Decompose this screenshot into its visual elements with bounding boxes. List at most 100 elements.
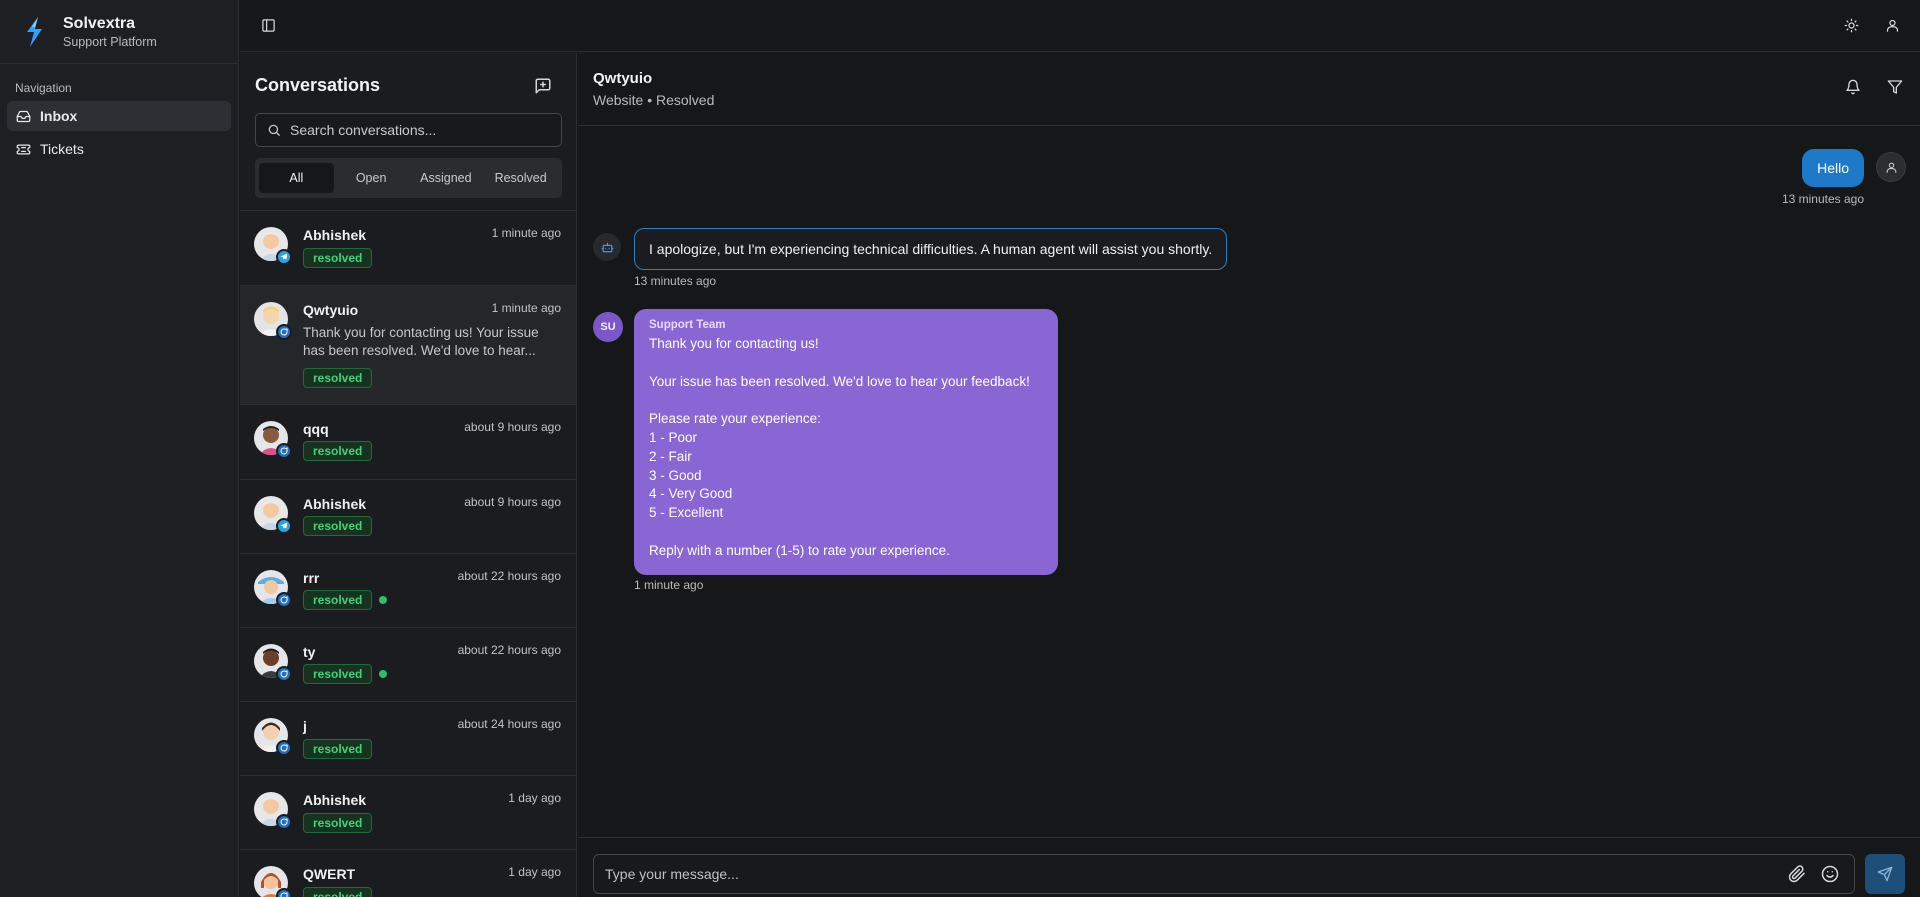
status-badge: resolved [303,248,373,268]
chat-contact-meta: Website • Resolved [593,92,715,108]
conversation-time: about 9 hours ago [464,420,561,434]
message-input[interactable] [605,866,1788,882]
conversation-time: about 9 hours ago [464,495,561,509]
conversation-list: Abhishek 1 minute ago resolved Qwtyuio 1… [240,211,576,897]
filter-icon [1887,80,1903,94]
conversations-header: Conversations All Open Assigned Resolved [240,53,576,211]
chat-channel-icon [276,666,292,682]
conversation-filter-tabs: All Open Assigned Resolved [255,158,562,198]
support-message: Support Team Thank you for contacting us… [634,309,1058,575]
user-menu-button[interactable] [1881,14,1903,36]
tab-all[interactable]: All [259,163,334,193]
conversation-item[interactable]: qqq about 9 hours ago resolved [240,405,576,480]
user-message: Hello [1802,149,1864,187]
message-time: 1 minute ago [634,578,704,592]
status-badge: resolved [303,887,373,897]
paperclip-icon[interactable] [1788,865,1806,883]
new-conversation-icon[interactable] [534,77,552,95]
conversation-name: rrr [303,570,320,586]
avatar [254,644,292,682]
emoji-icon[interactable] [1821,865,1839,883]
conversation-name: Abhishek [303,227,367,243]
brand[interactable]: Solvextra Support Platform [0,0,238,64]
tab-assigned[interactable]: Assigned [409,163,484,193]
conversation-item[interactable]: QWERT 1 day ago resolved [240,850,576,897]
avatar [254,792,292,830]
conversation-time: about 24 hours ago [457,717,561,731]
conversation-name: j [303,718,307,734]
conversation-time: 1 day ago [508,865,561,879]
tab-open[interactable]: Open [334,163,409,193]
search-box [255,113,562,147]
sidebar-item-tickets[interactable]: Tickets [7,134,231,164]
app-sidebar: Solvextra Support Platform Navigation In… [0,0,239,897]
conversation-item[interactable]: j about 24 hours ago resolved [240,702,576,776]
conversation-item[interactable]: Qwtyuio 1 minute ago Thank you for conta… [240,286,576,405]
conversation-item[interactable]: rrr about 22 hours ago resolved [240,554,576,628]
status-badge: resolved [303,368,373,388]
conversations-panel: Conversations All Open Assigned Resolved… [240,53,577,897]
status-badge: resolved [303,590,373,610]
send-button[interactable] [1865,854,1905,894]
bot-icon [601,242,613,252]
conversation-time: 1 day ago [508,791,561,805]
search-icon [268,124,280,136]
chat-channel-icon [276,443,292,459]
conversation-time: 1 minute ago [491,301,561,315]
avatar [254,302,292,340]
chat-header: Qwtyuio Website • Resolved [578,53,1920,126]
solvextra-logo-icon [27,16,42,47]
message-field [593,854,1855,894]
brand-subtitle: Support Platform [63,34,157,49]
user-icon [1886,19,1898,32]
status-badge: resolved [303,516,373,536]
filter-button[interactable] [1887,79,1907,99]
conversation-item[interactable]: Abhishek 1 minute ago resolved [240,211,576,286]
conversation-name: Abhishek [303,496,367,512]
toggle-sidebar-button[interactable] [257,14,279,36]
nav-caption: Navigation [15,81,72,95]
message-body: Thank you for contacting us! Your issue … [649,336,1030,558]
chat-contact-name: Qwtyuio [593,70,653,87]
sidebar-item-label: Tickets [40,141,84,157]
message-sender: Support Team [649,319,726,331]
online-indicator [379,670,387,678]
conversation-time: 1 minute ago [491,226,561,240]
conversation-item[interactable]: Abhishek about 9 hours ago resolved [240,480,576,554]
panel-left-icon [261,18,275,32]
message-time: 13 minutes ago [634,274,717,288]
conversation-name: Qwtyuio [303,302,359,318]
status-badge: resolved [303,739,373,759]
status-badge: resolved [303,441,373,461]
chat-channel-icon [276,814,292,830]
tab-resolved[interactable]: Resolved [483,163,558,193]
conversation-name: ty [303,644,316,660]
telegram-icon [276,249,292,265]
theme-toggle-button[interactable] [1840,14,1862,36]
conversation-name: QWERT [303,866,356,882]
notifications-button[interactable] [1845,79,1865,99]
ticket-icon [16,144,31,154]
conversation-name: qqq [303,421,329,437]
avatar [254,570,292,608]
chat-channel-icon [276,324,292,340]
conversation-preview: Thank you for contacting us! Your issue … [303,325,539,358]
sidebar-item-inbox[interactable]: Inbox [7,101,231,131]
conversation-item[interactable]: Abhishek 1 day ago resolved [240,776,576,850]
brand-name: Solvextra [63,14,136,32]
support-avatar: SU [593,312,623,342]
conversation-item[interactable]: ty about 22 hours ago resolved [240,628,576,702]
telegram-icon [276,518,292,534]
bot-message: I apologize, but I'm experiencing techni… [634,228,1228,270]
chat-channel-icon [276,740,292,756]
conversation-name: Abhishek [303,792,367,808]
inbox-icon [16,110,31,122]
search-input[interactable] [290,122,561,138]
avatar [254,866,292,897]
status-badge: resolved [303,664,373,684]
sun-icon [1844,18,1858,32]
visitor-avatar [1876,152,1906,182]
conversations-title: Conversations [255,75,381,95]
message-time: 13 minutes ago [1781,192,1864,206]
conversation-time: about 22 hours ago [457,643,561,657]
